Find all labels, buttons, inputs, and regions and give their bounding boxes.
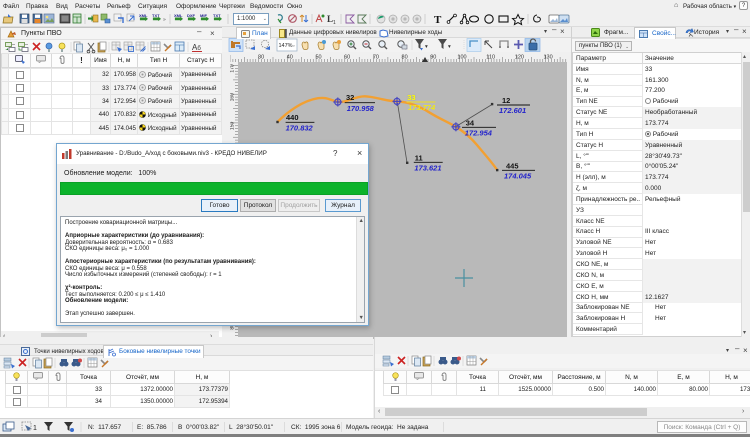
svg-text:100: 100: [457, 55, 466, 61]
svg-text:110: 110: [486, 55, 495, 61]
svg-text:60: 60: [344, 55, 350, 61]
svg-text:▾: ▾: [448, 44, 451, 50]
svg-text:173.621: 173.621: [414, 164, 441, 173]
svg-text:50: 50: [315, 55, 321, 61]
svg-text:▾: ▾: [425, 44, 428, 50]
svg-text:170.958: 170.958: [347, 104, 375, 113]
svg-text:440: 440: [286, 113, 299, 122]
svg-text:DXF: DXF: [187, 13, 196, 18]
svg-text:170.832: 170.832: [286, 124, 314, 133]
svg-text:34: 34: [466, 118, 475, 127]
svg-text:172.601: 172.601: [499, 106, 526, 115]
svg-text:170: 170: [230, 64, 236, 73]
svg-text:172.954: 172.954: [465, 128, 493, 137]
svg-text:Аб: Аб: [192, 43, 201, 52]
svg-text:XML: XML: [174, 13, 183, 18]
svg-text:1: 1: [33, 425, 37, 432]
svg-text:445: 445: [506, 162, 519, 171]
svg-text:150: 150: [230, 122, 236, 131]
svg-text:130: 130: [544, 55, 553, 61]
svg-text:90: 90: [430, 55, 436, 61]
svg-text:70: 70: [373, 55, 379, 61]
svg-text:174.045: 174.045: [504, 171, 532, 180]
svg-text:120: 120: [515, 55, 524, 61]
svg-text:80: 80: [402, 55, 408, 61]
svg-text:147%: 147%: [279, 43, 293, 49]
svg-text:XML: XML: [139, 13, 148, 18]
svg-text:11: 11: [415, 154, 423, 163]
svg-text:T: T: [434, 14, 442, 26]
svg-text:160: 160: [230, 93, 236, 102]
svg-text:12: 12: [502, 96, 510, 105]
svg-text:40: 40: [287, 55, 293, 61]
svg-text:»: »: [163, 17, 166, 23]
svg-text:32: 32: [346, 93, 354, 102]
svg-text:173.774: 173.774: [408, 103, 436, 112]
svg-text:⌄: ⌄: [292, 43, 296, 48]
svg-text:1: 1: [333, 20, 336, 26]
svg-text:33: 33: [407, 93, 415, 102]
svg-text:30: 30: [258, 55, 264, 61]
